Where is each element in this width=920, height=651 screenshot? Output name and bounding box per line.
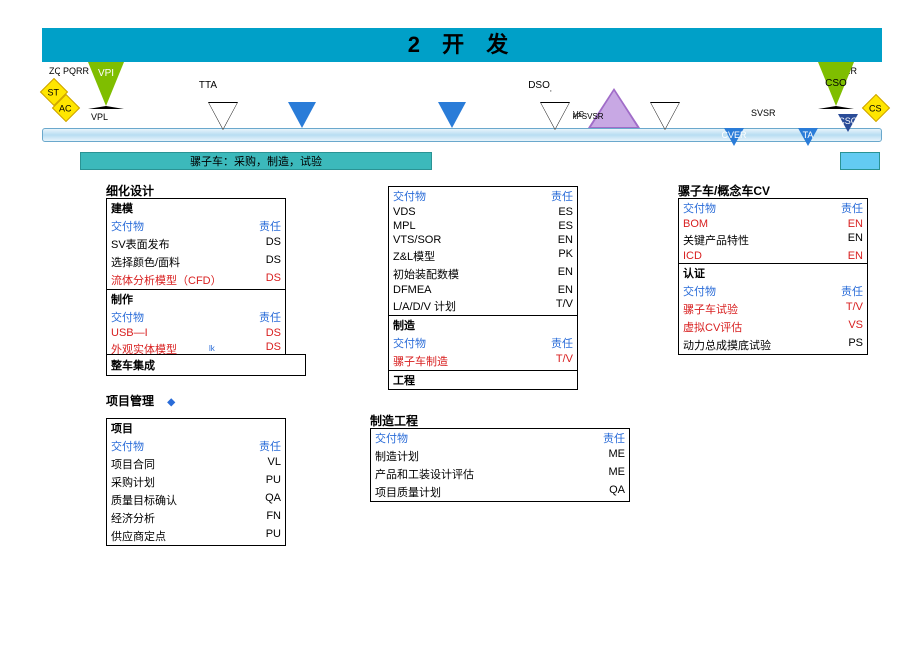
milestone-cs: CS: [862, 94, 890, 122]
table-row: Z&L模型PK: [389, 247, 577, 265]
table-row: USB—IDS: [107, 326, 285, 340]
timeline-pipe: [42, 128, 882, 142]
table-row: MPLES: [389, 219, 577, 233]
table-row: L/A/D/V 计划T/V: [389, 297, 577, 315]
box-mule-cv: 交付物责任 BOMEN关键产品特性ENICDEN 认证 交付物责任 骡子车试验T…: [678, 198, 868, 355]
label-svsr: SVSR: [748, 108, 779, 118]
box-deliverable-mid: 交付物责任 VDSESMPLESVTS/SORENZ&L模型PK初始装配数模EN…: [388, 186, 578, 390]
table-row: 经济分析FN: [107, 509, 285, 527]
table-row: 供应商定点PU: [107, 527, 285, 545]
gate-vpi: VPI: [88, 62, 124, 109]
gate-cso: CSO: [818, 62, 854, 109]
gate-cso-small: CSO: [838, 114, 858, 132]
table-row: VDSES: [389, 205, 577, 219]
title-pm: 项目管理 ◆: [106, 392, 175, 409]
table-row: 初始装配数模EN: [389, 265, 577, 283]
box-modeling: 建模 交付物责任 SV表面发布DS选择颜色/面料DS流体分析模型（CFD）DS …: [106, 198, 286, 359]
table-row: BOMEN: [679, 217, 867, 231]
gate-ta: TA: [798, 128, 818, 146]
table-row: 项目质量计划QA: [371, 483, 629, 501]
label-vpl: VPL: [88, 112, 111, 122]
title-mule-cv: 骡子车/概念车CV: [678, 182, 770, 199]
gate-cver: CVER: [724, 128, 744, 146]
table-row: 关键产品特性EN: [679, 231, 867, 249]
table-row: DFMEAEN: [389, 283, 577, 297]
table-row: 制造计划ME: [371, 447, 629, 465]
table-row: 采购计划PU: [107, 473, 285, 491]
table-row: 虚拟CV评估VS: [679, 318, 867, 336]
table-row: 骡子车试验T/V: [679, 300, 867, 318]
table-row: 骡子车制造T/V: [389, 352, 577, 370]
title-detail-design: 细化设计: [106, 182, 154, 199]
table-row: 产品和工装设计评估ME: [371, 465, 629, 483]
table-row: 项目合同VL: [107, 455, 285, 473]
table-row: SV表面发布DS: [107, 235, 285, 253]
footnote-lk: lk: [206, 344, 218, 353]
milestone-ac: AC: [52, 94, 80, 122]
sub-band-right: [840, 152, 880, 170]
box-project: 项目 交付物责任 项目合同VL采购计划PU质量目标确认QA经济分析FN供应商定点…: [106, 418, 286, 546]
table-row: 动力总成摸底试验PS: [679, 336, 867, 354]
phase-header: 2 开 发: [42, 28, 882, 62]
title-me: 制造工程: [370, 412, 418, 429]
table-row: 流体分析模型（CFD）DS: [107, 271, 285, 289]
table-row: ICDEN: [679, 249, 867, 263]
sub-band-mule: 骡子车：采购，制造，试验: [80, 152, 432, 170]
box-integration: 整车集成: [106, 354, 306, 376]
table-row: 质量目标确认QA: [107, 491, 285, 509]
table-row: 选择颜色/面料DS: [107, 253, 285, 271]
table-row: VTS/SOREN: [389, 233, 577, 247]
box-me: 交付物责任 制造计划ME产品和工装设计评估ME项目质量计划QA: [370, 428, 630, 502]
